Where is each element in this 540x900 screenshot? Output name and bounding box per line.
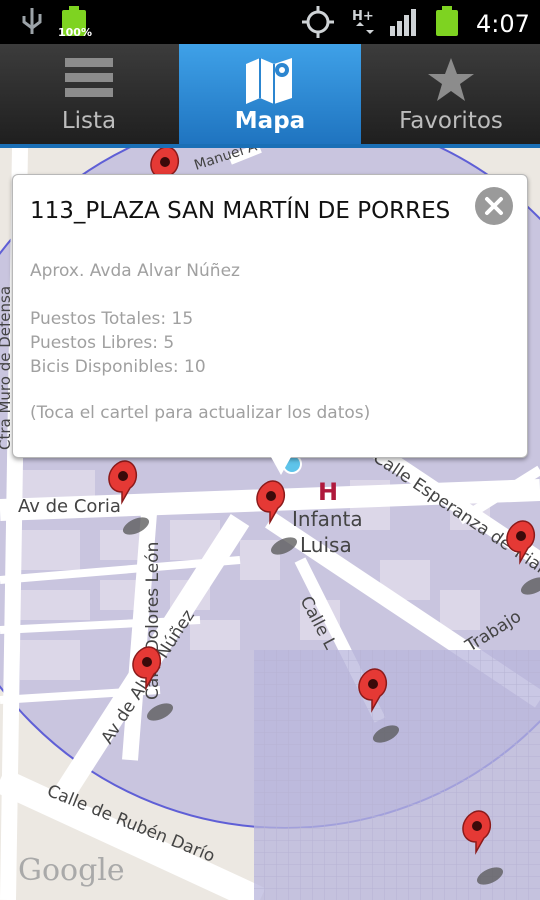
tab-lista[interactable]: Lista xyxy=(0,44,178,144)
google-logo: Google xyxy=(18,853,125,888)
star-icon xyxy=(428,58,474,101)
close-button[interactable] xyxy=(475,187,513,225)
grid-pattern xyxy=(254,650,540,900)
station-title: 113_PLAZA SAN MARTÍN DE PORRES xyxy=(30,198,451,224)
list-icon xyxy=(65,58,113,97)
tab-lista-label: Lista xyxy=(61,108,117,134)
available-bikes: Bicis Disponibles: 10 xyxy=(30,357,206,377)
free-slots: Puestos Libres: 5 xyxy=(30,333,175,353)
battery-label: 100% xyxy=(58,26,92,39)
network-type-label: H+ xyxy=(352,9,374,24)
battery-icon xyxy=(436,6,458,36)
signal-icon xyxy=(390,9,416,36)
refresh-hint: (Toca el cartel para actualizar los dato… xyxy=(30,403,371,423)
label-luisa: Luisa xyxy=(300,533,352,557)
tab-favoritos[interactable]: Favoritos xyxy=(362,44,540,144)
popup-pointer xyxy=(271,457,291,475)
total-slots: Puestos Totales: 15 xyxy=(30,309,194,329)
tab-bar: Lista Mapa Favoritos xyxy=(0,44,540,148)
tab-mapa-label: Mapa xyxy=(234,108,306,134)
label-av-coria: Av de Coria xyxy=(18,496,121,517)
clock: 4:07 xyxy=(476,10,530,38)
label-infanta: Infanta xyxy=(292,507,363,531)
status-bar: 100% H+ 4:07 xyxy=(0,0,540,44)
usb-icon xyxy=(22,8,42,34)
tab-favoritos-label: Favoritos xyxy=(399,108,503,134)
gps-icon xyxy=(302,6,334,38)
tab-mapa[interactable]: Mapa xyxy=(179,44,361,144)
close-icon xyxy=(485,197,503,215)
station-info-popup[interactable]: 113_PLAZA SAN MARTÍN DE PORRES Aprox. Av… xyxy=(12,174,528,475)
hospital-icon: H xyxy=(318,478,338,506)
map-icon xyxy=(246,58,292,104)
station-address: Aprox. Avda Alvar Núñez xyxy=(30,261,240,281)
